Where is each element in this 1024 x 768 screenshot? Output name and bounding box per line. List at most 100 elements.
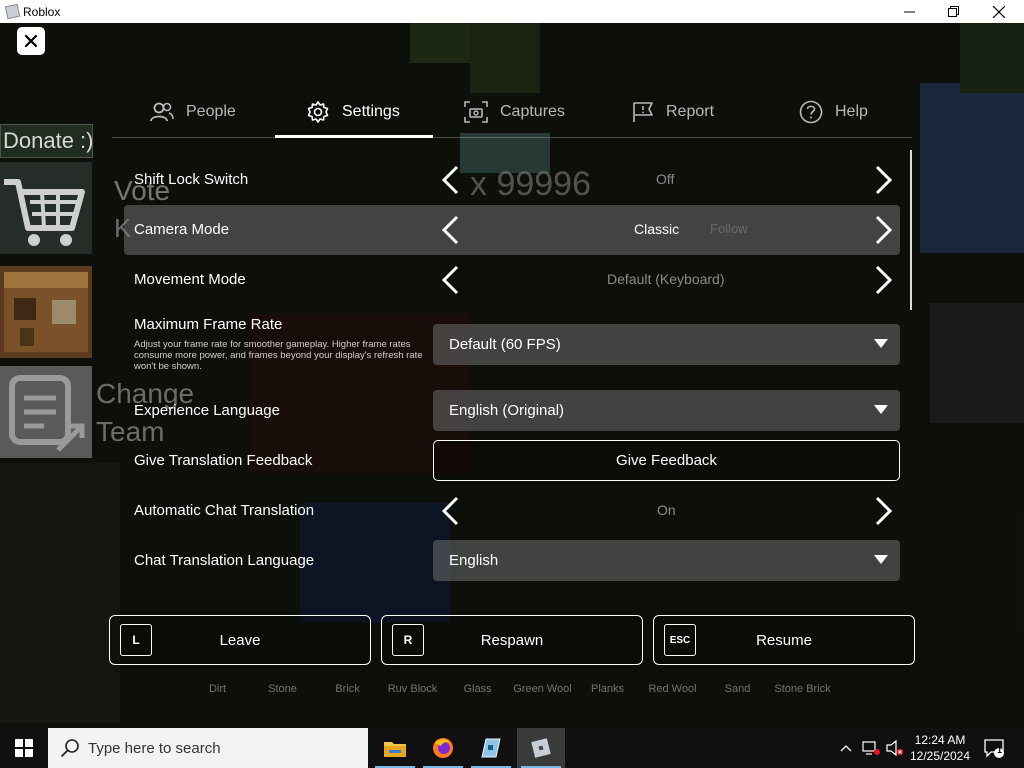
- give-feedback-button[interactable]: Give Feedback: [433, 440, 900, 481]
- close-icon: [993, 5, 1005, 18]
- button-label: Resume: [756, 632, 812, 649]
- menu-tabs: People Settings Captures Report Help: [112, 85, 912, 138]
- setting-label: Chat Translation Language: [134, 552, 315, 569]
- chevron-right-icon[interactable]: [874, 165, 894, 195]
- dropdown-value: English: [449, 552, 499, 569]
- tab-captures[interactable]: Captures: [464, 85, 565, 138]
- roblox-button[interactable]: [517, 728, 565, 768]
- flag-icon: [633, 101, 653, 122]
- team-icon: [9, 375, 85, 452]
- respawn-button[interactable]: R Respawn: [381, 615, 643, 665]
- crafting-table-icon: [4, 272, 88, 352]
- setting-next-value: Follow: [710, 221, 748, 236]
- chevron-left-icon[interactable]: [440, 265, 460, 295]
- setting-auto-chat-translation[interactable]: Automatic Chat Translation On: [124, 486, 900, 536]
- notification-count: 1: [997, 745, 1003, 755]
- setting-camera-mode[interactable]: Camera Mode Classic Follow: [124, 205, 900, 255]
- gear-icon: [307, 100, 329, 123]
- chevron-right-icon[interactable]: [874, 265, 894, 295]
- camera-icon: [464, 100, 488, 123]
- leave-button[interactable]: L Leave: [109, 615, 371, 665]
- windows-icon: [15, 739, 33, 757]
- hotbar-item[interactable]: Green Wool: [510, 683, 575, 703]
- tab-label: Settings: [342, 102, 400, 120]
- setting-value: Classic: [634, 221, 680, 237]
- firefox-button[interactable]: [419, 728, 467, 768]
- volume-button[interactable]: [884, 728, 906, 768]
- setting-value: Off: [656, 171, 675, 187]
- frame-rate-dropdown[interactable]: Default (60 FPS): [433, 324, 900, 365]
- file-explorer-button[interactable]: [371, 728, 419, 768]
- maximize-button[interactable]: [930, 0, 976, 23]
- dropdown-value: Default (60 FPS): [449, 336, 561, 353]
- change-team-button[interactable]: [0, 366, 92, 458]
- tab-report[interactable]: Report: [632, 85, 714, 138]
- setting-label: Maximum Frame Rate: [134, 316, 283, 333]
- roblox-studio-button[interactable]: [467, 728, 515, 768]
- chevron-left-icon[interactable]: [440, 215, 460, 245]
- experience-language-dropdown[interactable]: English (Original): [433, 390, 900, 431]
- help-icon: [799, 100, 823, 123]
- hotbar-item[interactable]: Ruv Block: [380, 683, 445, 703]
- setting-label: Automatic Chat Translation: [134, 502, 315, 519]
- tab-settings[interactable]: Settings: [306, 85, 400, 138]
- chevron-right-icon[interactable]: [874, 215, 894, 245]
- setting-description: Adjust your frame rate for smoother game…: [134, 339, 423, 372]
- hotbar-item[interactable]: Stone: [250, 683, 315, 703]
- network-button[interactable]: [860, 728, 882, 768]
- tab-label: Report: [666, 102, 715, 120]
- system-clock[interactable]: 12:24 AM 12/25/2024: [906, 732, 974, 764]
- caret-down-icon: [874, 555, 888, 564]
- show-hidden-icons-button[interactable]: [836, 728, 856, 768]
- start-button[interactable]: [0, 728, 48, 768]
- chevron-left-icon[interactable]: [440, 165, 460, 195]
- window-titlebar: Roblox: [0, 0, 1024, 23]
- crafting-button[interactable]: [0, 266, 92, 358]
- setting-value: On: [657, 502, 676, 518]
- settings-scrollbar[interactable]: [910, 150, 912, 310]
- tab-label: Help: [835, 102, 868, 120]
- cart-icon: [4, 179, 85, 246]
- close-window-button[interactable]: [976, 0, 1022, 23]
- hotbar-item[interactable]: Brick: [315, 683, 380, 703]
- tab-help[interactable]: Help: [799, 85, 868, 138]
- tab-people[interactable]: People: [150, 85, 236, 138]
- hotbar-item[interactable]: Glass: [445, 683, 510, 703]
- network-icon: [862, 741, 880, 755]
- tab-label: People: [186, 102, 236, 120]
- setting-label: Give Translation Feedback: [134, 452, 313, 469]
- firefox-icon: [433, 738, 453, 758]
- setting-label: Camera Mode: [134, 221, 230, 238]
- setting-shift-lock[interactable]: Shift Lock Switch Off: [124, 155, 900, 205]
- button-label: Leave: [219, 632, 261, 649]
- taskbar: Type here to search 12:24 AM 12/25/2024 …: [0, 728, 1024, 768]
- hotbar-item[interactable]: Sand: [705, 683, 770, 703]
- setting-movement-mode[interactable]: Movement Mode Default (Keyboard): [124, 255, 900, 305]
- clock-date: 12/25/2024: [909, 749, 971, 763]
- hotbar-item[interactable]: Red Wool: [640, 683, 705, 703]
- tab-label: Captures: [500, 102, 565, 120]
- setting-label: Shift Lock Switch: [134, 171, 249, 188]
- roblox-icon: [531, 738, 551, 758]
- search-icon: [60, 739, 79, 758]
- hotbar-item[interactable]: Stone Brick: [770, 683, 835, 703]
- setting-label: Movement Mode: [134, 271, 246, 288]
- taskbar-search[interactable]: Type here to search: [48, 728, 368, 768]
- hotbar-item[interactable]: Planks: [575, 683, 640, 703]
- button-label: Respawn: [480, 632, 544, 649]
- minimize-button[interactable]: [886, 0, 932, 23]
- resume-button[interactable]: ESC Resume: [653, 615, 915, 665]
- dropdown-value: English (Original): [449, 402, 565, 419]
- setting-label: Experience Language: [134, 402, 280, 419]
- close-icon: [25, 35, 37, 47]
- hotbar-item[interactable]: Dirt: [185, 683, 250, 703]
- chevron-right-icon[interactable]: [874, 496, 894, 526]
- notifications-button[interactable]: 1: [980, 728, 1008, 768]
- restore-icon: [947, 6, 959, 17]
- caret-down-icon: [874, 339, 888, 348]
- chevron-left-icon[interactable]: [440, 496, 460, 526]
- donate-button[interactable]: Donate :): [0, 124, 94, 158]
- close-menu-button[interactable]: [17, 27, 45, 55]
- shop-button[interactable]: [0, 162, 92, 254]
- chat-translation-language-dropdown[interactable]: English: [433, 540, 900, 581]
